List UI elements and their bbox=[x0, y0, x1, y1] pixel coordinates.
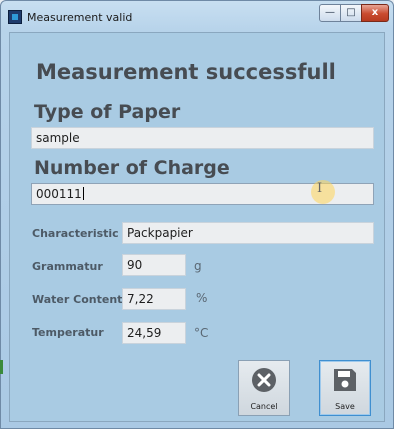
window-title: Measurement valid bbox=[27, 11, 133, 24]
characteristic-value: Packpapier bbox=[127, 226, 193, 240]
temperatur-value: 24,59 bbox=[127, 326, 162, 340]
water-content-unit: % bbox=[196, 291, 208, 305]
type-of-paper-value: sample bbox=[36, 131, 80, 145]
grammatur-value: 90 bbox=[127, 258, 143, 272]
close-circle-icon bbox=[252, 368, 276, 392]
close-button[interactable]: x bbox=[361, 4, 389, 22]
type-of-paper-label: Type of Paper bbox=[34, 101, 181, 123]
dialog-window: Measurement valid — □ x Measurement succ… bbox=[0, 0, 394, 429]
text-caret bbox=[82, 187, 84, 200]
temperatur-unit: °C bbox=[194, 326, 209, 340]
background-edge bbox=[0, 360, 3, 374]
mouse-cursor-highlight bbox=[311, 180, 335, 204]
status-heading: Measurement successfull bbox=[36, 60, 336, 84]
number-of-charge-label: Number of Charge bbox=[34, 157, 230, 179]
save-button-label: Save bbox=[335, 402, 355, 411]
number-of-charge-value: 000111 bbox=[36, 187, 82, 201]
temperatur-label: Temperatur bbox=[32, 326, 104, 339]
maximize-button[interactable]: □ bbox=[340, 4, 362, 22]
title-bar[interactable]: Measurement valid — □ x bbox=[1, 1, 393, 31]
water-content-field[interactable]: 7,22 bbox=[122, 288, 186, 310]
grammatur-label: Grammatur bbox=[32, 260, 103, 273]
characteristic-field[interactable]: Packpapier bbox=[122, 222, 374, 244]
characteristic-label: Characteristic bbox=[32, 227, 119, 240]
cancel-button[interactable]: Cancel bbox=[238, 360, 290, 416]
temperatur-field[interactable]: 24,59 bbox=[122, 322, 186, 344]
floppy-disk-icon bbox=[334, 369, 356, 391]
cancel-button-label: Cancel bbox=[250, 402, 278, 411]
grammatur-field[interactable]: 90 bbox=[122, 254, 186, 276]
dialog-content: Measurement successfull Type of Paper sa… bbox=[9, 32, 385, 422]
app-icon bbox=[8, 10, 22, 24]
minimize-button[interactable]: — bbox=[319, 4, 341, 22]
ibeam-cursor-icon: I bbox=[317, 181, 323, 196]
grammatur-unit: g bbox=[194, 259, 202, 273]
water-content-value: 7,22 bbox=[127, 292, 154, 306]
type-of-paper-field[interactable]: sample bbox=[31, 127, 374, 149]
water-content-label: Water Content bbox=[32, 293, 123, 306]
save-button[interactable]: Save bbox=[319, 360, 371, 416]
